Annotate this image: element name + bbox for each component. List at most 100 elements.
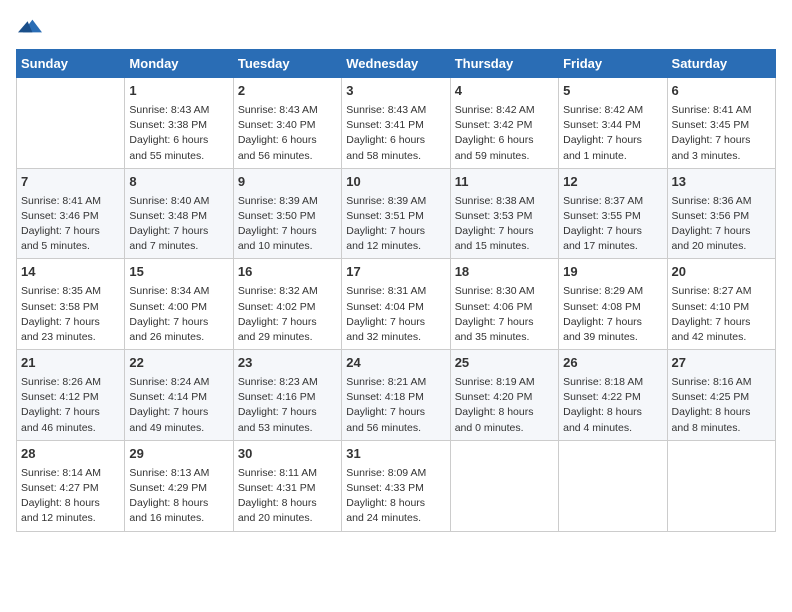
calendar-cell (667, 440, 775, 531)
day-info: Sunrise: 8:36 AMSunset: 3:56 PMDaylight:… (672, 194, 771, 255)
day-info: Sunrise: 8:19 AMSunset: 4:20 PMDaylight:… (455, 375, 554, 436)
day-info: Sunrise: 8:41 AMSunset: 3:46 PMDaylight:… (21, 194, 120, 255)
day-number: 2 (238, 82, 337, 101)
calendar-cell: 24 Sunrise: 8:21 AMSunset: 4:18 PMDayligh… (342, 350, 450, 441)
day-info: Sunrise: 8:18 AMSunset: 4:22 PMDaylight:… (563, 375, 662, 436)
calendar-week-3: 14Sunrise: 8:35 AMSunset: 3:58 PMDayligh… (17, 259, 776, 350)
calendar-cell: 12 Sunrise: 8:37 AMSunset: 3:55 PMDayligh… (559, 168, 667, 259)
header-monday: Monday (125, 50, 233, 78)
calendar-table: SundayMondayTuesdayWednesdayThursdayFrid… (16, 49, 776, 532)
day-number: 23 (238, 354, 337, 373)
day-info: Sunrise: 8:09 AMSunset: 4:33 PMDaylight:… (346, 466, 445, 527)
calendar-week-1: 1 Sunrise: 8:43 AMSunset: 3:38 PMDaylight… (17, 78, 776, 169)
header-sunday: Sunday (17, 50, 125, 78)
day-number: 18 (455, 263, 554, 282)
day-info: Sunrise: 8:37 AMSunset: 3:55 PMDaylight:… (563, 194, 662, 255)
day-info: Sunrise: 8:31 AMSunset: 4:04 PMDaylight:… (346, 284, 445, 345)
calendar-cell: 23Sunrise: 8:23 AMSunset: 4:16 PMDayligh… (233, 350, 341, 441)
calendar-cell: 17 Sunrise: 8:31 AMSunset: 4:04 PMDayligh… (342, 259, 450, 350)
calendar-week-2: 7 Sunrise: 8:41 AMSunset: 3:46 PMDaylight… (17, 168, 776, 259)
day-number: 15 (129, 263, 228, 282)
day-info: Sunrise: 8:40 AMSunset: 3:48 PMDaylight:… (129, 194, 228, 255)
calendar-cell: 1 Sunrise: 8:43 AMSunset: 3:38 PMDaylight… (125, 78, 233, 169)
calendar-cell: 11 Sunrise: 8:38 AMSunset: 3:53 PMDayligh… (450, 168, 558, 259)
day-info: Sunrise: 8:43 AMSunset: 3:41 PMDaylight:… (346, 103, 445, 164)
day-info: Sunrise: 8:30 AMSunset: 4:06 PMDaylight:… (455, 284, 554, 345)
day-info: Sunrise: 8:24 AMSunset: 4:14 PMDaylight:… (129, 375, 228, 436)
calendar-cell: 29Sunrise: 8:13 AMSunset: 4:29 PMDayligh… (125, 440, 233, 531)
day-number: 21 (21, 354, 120, 373)
day-number: 16 (238, 263, 337, 282)
calendar-cell: 18 Sunrise: 8:30 AMSunset: 4:06 PMDayligh… (450, 259, 558, 350)
calendar-cell: 28 Sunrise: 8:14 AMSunset: 4:27 PMDayligh… (17, 440, 125, 531)
calendar-cell: 15 Sunrise: 8:34 AMSunset: 4:00 PMDayligh… (125, 259, 233, 350)
calendar-cell: 19 Sunrise: 8:29 AMSunset: 4:08 PMDayligh… (559, 259, 667, 350)
calendar-cell: 30Sunrise: 8:11 AMSunset: 4:31 PMDayligh… (233, 440, 341, 531)
day-number: 24 (346, 354, 445, 373)
day-info: Sunrise: 8:11 AMSunset: 4:31 PMDaylight:… (238, 466, 337, 527)
day-info: Sunrise: 8:42 AMSunset: 3:42 PMDaylight:… (455, 103, 554, 164)
day-info: Sunrise: 8:27 AMSunset: 4:10 PMDaylight:… (672, 284, 771, 345)
day-info: Sunrise: 8:21 AMSunset: 4:18 PMDaylight:… (346, 375, 445, 436)
day-number: 19 (563, 263, 662, 282)
calendar-cell: 10 Sunrise: 8:39 AMSunset: 3:51 PMDayligh… (342, 168, 450, 259)
day-number: 3 (346, 82, 445, 101)
day-info: Sunrise: 8:26 AMSunset: 4:12 PMDaylight:… (21, 375, 120, 436)
header-tuesday: Tuesday (233, 50, 341, 78)
day-info: Sunrise: 8:32 AMSunset: 4:02 PMDaylight:… (238, 284, 337, 345)
header-wednesday: Wednesday (342, 50, 450, 78)
calendar-cell: 21 Sunrise: 8:26 AMSunset: 4:12 PMDayligh… (17, 350, 125, 441)
day-info: Sunrise: 8:43 AMSunset: 3:40 PMDaylight:… (238, 103, 337, 164)
day-number: 14 (21, 263, 120, 282)
day-number: 20 (672, 263, 771, 282)
calendar-cell: 25Sunrise: 8:19 AMSunset: 4:20 PMDayligh… (450, 350, 558, 441)
day-info: Sunrise: 8:13 AMSunset: 4:29 PMDaylight:… (129, 466, 228, 527)
calendar-week-4: 21 Sunrise: 8:26 AMSunset: 4:12 PMDayligh… (17, 350, 776, 441)
day-number: 31 (346, 445, 445, 464)
day-info: Sunrise: 8:38 AMSunset: 3:53 PMDaylight:… (455, 194, 554, 255)
header-friday: Friday (559, 50, 667, 78)
page-header (16, 16, 776, 41)
day-info: Sunrise: 8:41 AMSunset: 3:45 PMDaylight:… (672, 103, 771, 164)
day-number: 4 (455, 82, 554, 101)
day-number: 9 (238, 173, 337, 192)
calendar-cell (559, 440, 667, 531)
day-number: 13 (672, 173, 771, 192)
day-info: Sunrise: 8:14 AMSunset: 4:27 PMDaylight:… (21, 466, 120, 527)
day-number: 11 (455, 173, 554, 192)
day-info: Sunrise: 8:42 AMSunset: 3:44 PMDaylight:… (563, 103, 662, 164)
calendar-cell: 22 Sunrise: 8:24 AMSunset: 4:14 PMDayligh… (125, 350, 233, 441)
day-number: 7 (21, 173, 120, 192)
day-number: 12 (563, 173, 662, 192)
calendar-cell: 3 Sunrise: 8:43 AMSunset: 3:41 PMDaylight… (342, 78, 450, 169)
calendar-header-row: SundayMondayTuesdayWednesdayThursdayFrid… (17, 50, 776, 78)
calendar-cell: 8 Sunrise: 8:40 AMSunset: 3:48 PMDaylight… (125, 168, 233, 259)
calendar-cell: 16 Sunrise: 8:32 AMSunset: 4:02 PMDayligh… (233, 259, 341, 350)
day-info: Sunrise: 8:29 AMSunset: 4:08 PMDaylight:… (563, 284, 662, 345)
calendar-cell: 20 Sunrise: 8:27 AMSunset: 4:10 PMDayligh… (667, 259, 775, 350)
day-info: Sunrise: 8:39 AMSunset: 3:51 PMDaylight:… (346, 194, 445, 255)
day-number: 28 (21, 445, 120, 464)
calendar-week-5: 28 Sunrise: 8:14 AMSunset: 4:27 PMDayligh… (17, 440, 776, 531)
calendar-cell: 14Sunrise: 8:35 AMSunset: 3:58 PMDayligh… (17, 259, 125, 350)
logo (16, 16, 42, 41)
calendar-cell: 7 Sunrise: 8:41 AMSunset: 3:46 PMDaylight… (17, 168, 125, 259)
calendar-cell: 13 Sunrise: 8:36 AMSunset: 3:56 PMDayligh… (667, 168, 775, 259)
day-number: 22 (129, 354, 228, 373)
day-number: 10 (346, 173, 445, 192)
calendar-cell: 6 Sunrise: 8:41 AMSunset: 3:45 PMDaylight… (667, 78, 775, 169)
day-number: 1 (129, 82, 228, 101)
day-number: 27 (672, 354, 771, 373)
calendar-cell: 5 Sunrise: 8:42 AMSunset: 3:44 PMDaylight… (559, 78, 667, 169)
day-info: Sunrise: 8:34 AMSunset: 4:00 PMDaylight:… (129, 284, 228, 345)
day-number: 5 (563, 82, 662, 101)
day-info: Sunrise: 8:43 AMSunset: 3:38 PMDaylight:… (129, 103, 228, 164)
day-number: 26 (563, 354, 662, 373)
day-info: Sunrise: 8:39 AMSunset: 3:50 PMDaylight:… (238, 194, 337, 255)
day-number: 17 (346, 263, 445, 282)
logo-mark (16, 16, 42, 41)
calendar-cell: 2 Sunrise: 8:43 AMSunset: 3:40 PMDaylight… (233, 78, 341, 169)
calendar-cell: 26 Sunrise: 8:18 AMSunset: 4:22 PMDayligh… (559, 350, 667, 441)
day-number: 8 (129, 173, 228, 192)
day-number: 6 (672, 82, 771, 101)
